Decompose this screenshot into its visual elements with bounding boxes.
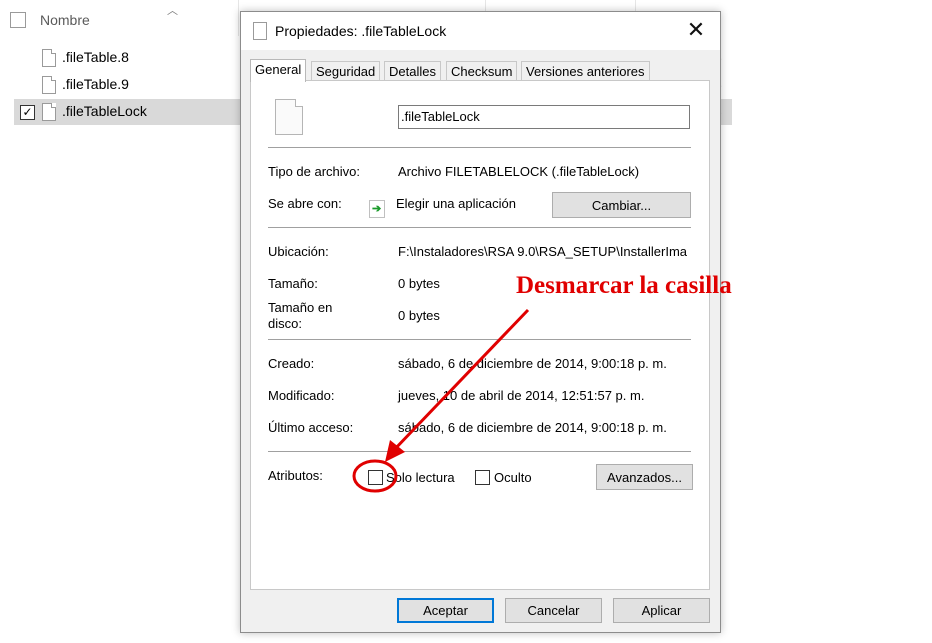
size-on-disk-label-line2: disco: [268,316,302,331]
modified-label: Modificado: [268,388,335,403]
choose-app-icon: ➔ [369,200,385,218]
tab-general[interactable]: General [250,59,307,82]
read-only-checkbox[interactable] [368,470,383,485]
dialog-title: Propiedades: .fileTableLock [275,23,447,39]
close-icon[interactable]: ✕ [681,16,711,44]
column-separator [238,0,239,36]
tab-detalles[interactable]: Detalles [384,61,441,81]
column-header-name[interactable]: Nombre [40,12,90,28]
created-value: sábado, 6 de diciembre de 2014, 9:00:18 … [398,356,667,371]
divider [268,147,691,148]
size-on-disk-label-line1: Tamaño en [268,300,333,315]
file-name: .fileTable.9 [62,76,129,92]
location-label: Ubicación: [268,244,329,259]
general-panel: Tipo de archivo: Archivo FILETABLELOCK (… [250,80,710,590]
properties-dialog: Propiedades: .fileTableLock ✕ General Se… [240,11,721,633]
opens-with-value: Elegir una aplicación [396,196,516,211]
hidden-checkbox[interactable] [475,470,490,485]
file-icon [275,99,303,135]
file-icon [42,76,56,94]
tab-checksum[interactable]: Checksum [446,61,518,81]
row-checkbox-checked[interactable]: ✓ [20,105,35,120]
type-value: Archivo FILETABLELOCK (.fileTableLock) [398,164,640,179]
size-on-disk-value: 0 bytes [398,308,440,323]
divider [268,227,691,228]
hidden-label[interactable]: Oculto [494,470,532,485]
sort-ascending-icon: ︿ [167,5,178,17]
modified-value: jueves, 10 de abril de 2014, 12:51:57 p.… [398,388,645,403]
accessed-value: sábado, 6 de diciembre de 2014, 9:00:18 … [398,420,667,435]
advanced-button[interactable]: Avanzados... [596,464,693,490]
apply-button[interactable]: Aplicar [613,598,710,623]
file-icon [253,22,267,40]
location-value: F:\Instaladores\RSA 9.0\RSA_SETUP\Instal… [398,244,688,259]
select-all-checkbox[interactable] [10,12,26,28]
divider [268,451,691,452]
file-name-input[interactable] [398,105,690,129]
type-label: Tipo de archivo: [268,164,361,179]
file-icon [42,49,56,67]
size-label: Tamaño: [268,276,318,291]
accessed-label: Último acceso: [268,420,354,435]
annotation-text: Desmarcar la casilla [516,272,732,299]
ok-button[interactable]: Aceptar [397,598,494,623]
file-name: .fileTableLock [62,103,147,119]
read-only-label[interactable]: Solo lectura [386,470,455,485]
size-value: 0 bytes [398,276,440,291]
attributes-label: Atributos: [268,468,323,483]
change-button[interactable]: Cambiar... [552,192,691,218]
file-name: .fileTable.8 [62,49,129,65]
tab-seguridad[interactable]: Seguridad [311,61,381,81]
file-icon [42,103,56,121]
tab-versiones-anteriores[interactable]: Versiones anteriores [521,61,650,81]
created-label: Creado: [268,356,315,371]
cancel-button[interactable]: Cancelar [505,598,602,623]
divider [268,339,691,340]
opens-with-label: Se abre con: [268,196,342,211]
title-bar[interactable]: Propiedades: .fileTableLock ✕ [241,12,720,50]
